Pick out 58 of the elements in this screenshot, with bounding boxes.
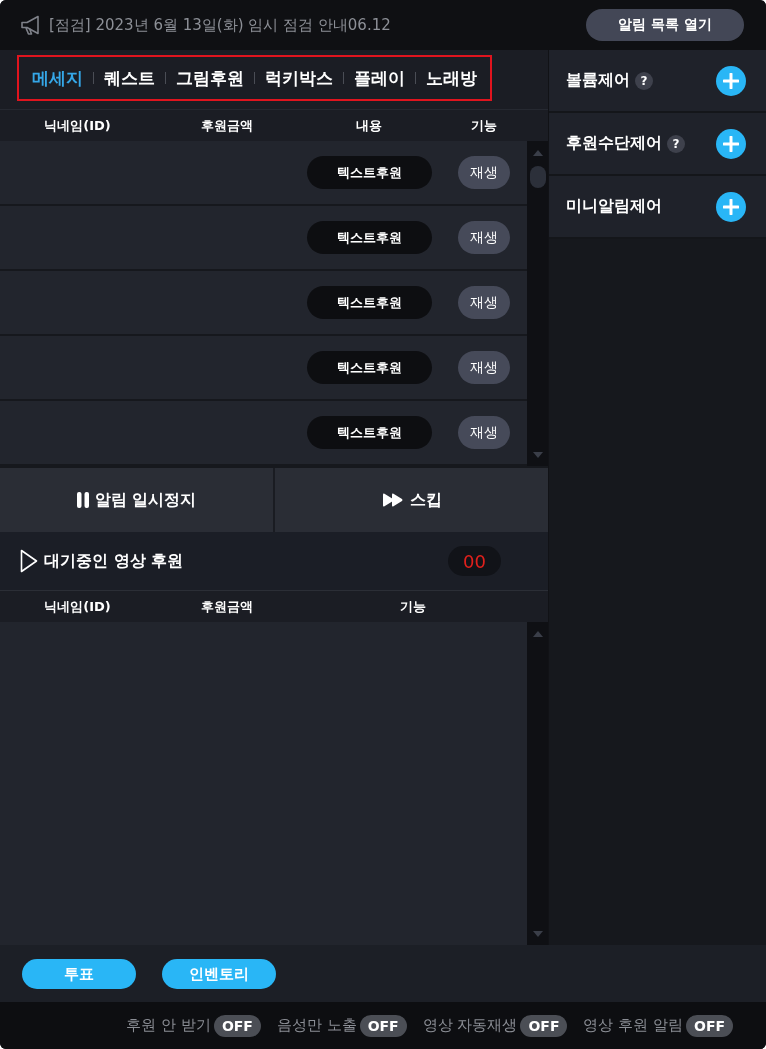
- column-header: 닉네임(ID): [43, 597, 112, 616]
- tab[interactable]: 퀘스트: [104, 66, 155, 90]
- section-title: 대기중인 영상 후원: [44, 550, 185, 572]
- tab[interactable]: 메세지: [32, 66, 83, 90]
- pause-alerts-button[interactable]: 알림 일시정지: [0, 468, 273, 532]
- column-header: 후원금액: [199, 597, 254, 616]
- play-button[interactable]: 재생: [457, 221, 510, 254]
- toggle-label: 영상 자동재생: [422, 1016, 518, 1035]
- plus-icon: [723, 72, 739, 89]
- scroll-up-icon[interactable]: [532, 631, 543, 637]
- add-button[interactable]: [716, 65, 746, 96]
- skip-button[interactable]: 스킵: [273, 468, 548, 532]
- open-alert-list-button[interactable]: 알림 목록 열기: [586, 9, 744, 41]
- column-header: 기능: [469, 116, 498, 135]
- play-button[interactable]: 재생: [457, 416, 510, 449]
- play-button[interactable]: 재생: [457, 156, 510, 189]
- toggle-label: 후원 안 받기: [126, 1016, 211, 1035]
- scrollbar[interactable]: [527, 141, 548, 466]
- content-tag: 텍스트후원: [306, 156, 432, 189]
- scrollbar-thumb[interactable]: [529, 166, 546, 188]
- scroll-up-icon[interactable]: [532, 150, 543, 156]
- toggle-label: 음성만 노출: [276, 1016, 357, 1035]
- plus-icon: [723, 135, 739, 152]
- pause-icon: [76, 492, 89, 508]
- scrollbar[interactable]: [527, 622, 548, 945]
- toggle-switch[interactable]: OFF: [359, 1014, 407, 1037]
- content-tag: 텍스트후원: [306, 221, 432, 254]
- tab[interactable]: 노래방: [426, 66, 477, 90]
- play-icon: [20, 549, 38, 573]
- column-header: 닉네임(ID): [43, 116, 112, 135]
- scroll-down-icon[interactable]: [532, 931, 543, 937]
- toggle-switch[interactable]: OFF: [520, 1014, 568, 1037]
- tab[interactable]: 그림후원: [176, 66, 244, 90]
- help-button[interactable]: ?: [667, 134, 685, 153]
- fast-forward-icon: [381, 493, 404, 507]
- content-tag: 텍스트후원: [306, 416, 432, 449]
- tab[interactable]: 플레이: [354, 66, 405, 90]
- control-label: 볼륨제어: [566, 70, 630, 91]
- content-tag: 텍스트후원: [306, 286, 432, 319]
- toggle-label: 영상 후원 알림: [583, 1016, 683, 1035]
- notice-text: [점검] 2023년 6월 13일(화) 임시 점검 안내06.12: [49, 15, 392, 35]
- scroll-down-icon[interactable]: [532, 452, 543, 458]
- column-header: 기능: [398, 597, 427, 616]
- control-label: 후원수단제어: [566, 133, 662, 154]
- control-label: 미니알림제어: [566, 196, 662, 217]
- column-header: 후원금액: [199, 116, 254, 135]
- column-header: 내용: [355, 116, 383, 135]
- queue-count: 00: [448, 546, 501, 576]
- help-button[interactable]: ?: [635, 71, 653, 90]
- play-button[interactable]: 재생: [457, 286, 510, 319]
- tab[interactable]: 럭키박스: [265, 66, 333, 90]
- toggle-switch[interactable]: OFF: [213, 1014, 261, 1037]
- add-button[interactable]: [716, 128, 746, 159]
- play-button[interactable]: 재생: [457, 351, 510, 384]
- content-tag: 텍스트후원: [306, 351, 432, 384]
- plus-icon: [723, 198, 739, 215]
- add-button[interactable]: [716, 191, 746, 222]
- toggle-switch[interactable]: OFF: [686, 1014, 733, 1037]
